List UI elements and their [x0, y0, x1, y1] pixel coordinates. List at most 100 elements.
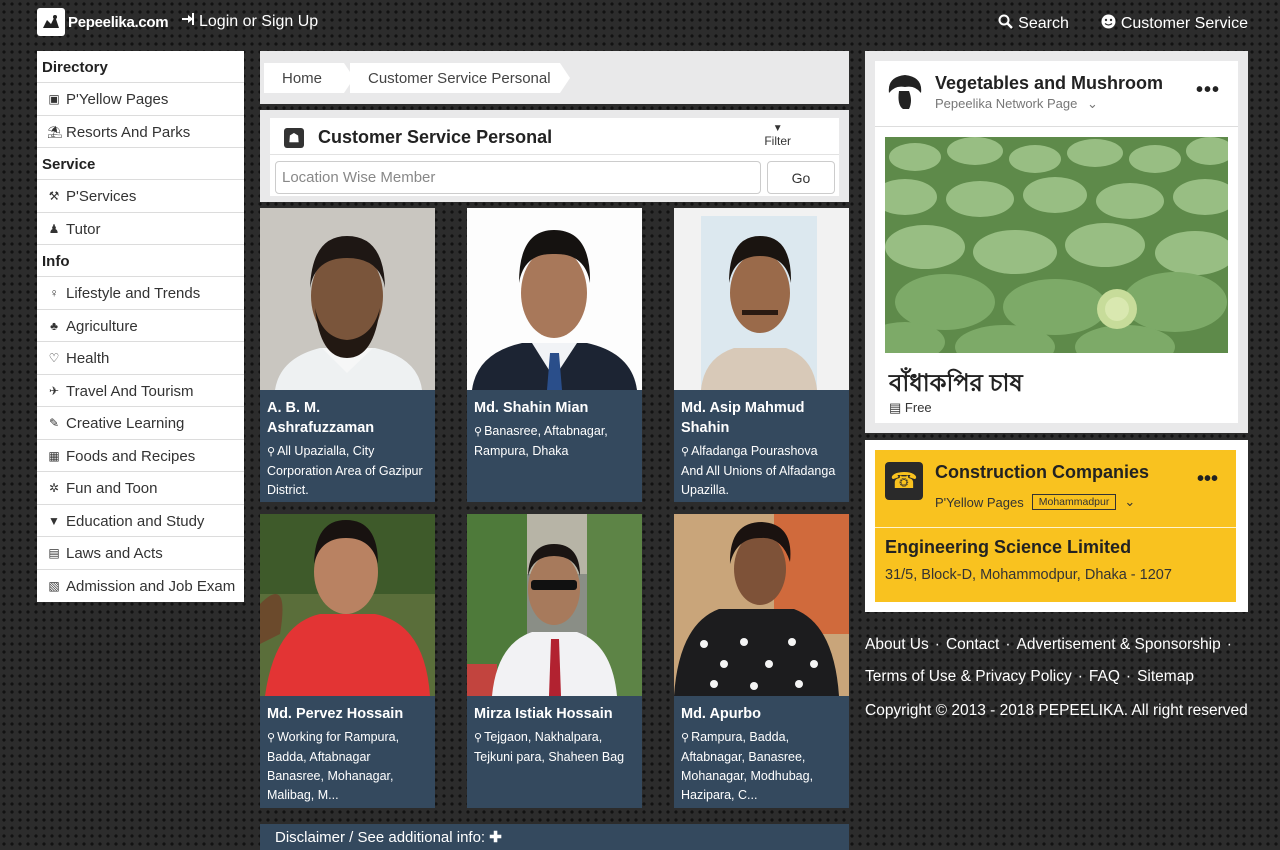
mushroom-icon [885, 71, 925, 111]
map-marker-icon: ⚲ [681, 446, 690, 458]
sidebar-item-label: Travel And Tourism [66, 382, 194, 400]
sidebar-section-service: Service [37, 148, 244, 180]
member-photo [260, 208, 435, 390]
sidebar-item-label: P'Services [66, 188, 137, 205]
member-location: ⚲ Tejgaon, Nakhalpara, Tejkuni para, Shah… [474, 730, 625, 764]
location-input[interactable] [275, 161, 761, 194]
footer-contact-link[interactable]: Contact [946, 636, 999, 653]
go-button[interactable]: Go [767, 161, 835, 194]
sidebar-item-laws[interactable]: ▤ Laws and Acts [37, 537, 244, 570]
member-location: ⚲ All Upazialla, City Corporation Area of… [267, 444, 423, 497]
sidebar-item-label: P'Yellow Pages [66, 91, 169, 108]
login-link[interactable]: Login or Sign Up [181, 12, 318, 31]
sidebar-item-health[interactable]: ♡ Health [37, 342, 244, 375]
site-logo[interactable]: Pepeelika.com [37, 8, 169, 36]
customer-service-link[interactable]: Customer Service [1101, 14, 1248, 34]
card-title[interactable]: Vegetables and Mushroom [935, 73, 1163, 94]
member-card[interactable]: A. B. M. Ashrafuzzaman ⚲ All Upazialla, C… [260, 208, 435, 502]
map-marker-icon: ⚲ [267, 732, 276, 744]
member-name: Md. Asip Mahmud Shahin [681, 400, 805, 436]
member-name: Md. Apurbo [681, 706, 761, 722]
sidebar-item-lifestyle[interactable]: ♀ Lifestyle and Trends [37, 277, 244, 310]
health-icon: ♡ [48, 351, 60, 365]
copyright-text: Copyright © 2013 - 2018 PEPEELIKA. All r… [865, 702, 1248, 719]
member-photo [674, 514, 849, 696]
sidebar-item-creative-learning[interactable]: ✎ Creative Learning [37, 407, 244, 440]
sidebar-item-label: Fun and Toon [66, 480, 158, 497]
map-marker-icon: ⚲ [474, 426, 483, 438]
card-subtitle: P'Yellow Pages Mohammadpur ⌄ [935, 494, 1135, 510]
sidebar-section-info: Info [37, 245, 244, 277]
footer-faq-link[interactable]: FAQ [1089, 668, 1120, 685]
location-tag[interactable]: Mohammadpur [1031, 494, 1117, 510]
lifestyle-icon: ♀ [49, 286, 59, 300]
panel-title: Customer Service Personal [318, 127, 553, 147]
company-name[interactable]: Engineering Science Limited [885, 537, 1131, 558]
member-location: ⚲ Banasree, Aftabnagar, Rampura, Dhaka [474, 424, 608, 458]
member-card[interactable]: Md. Apurbo ⚲ Rampura, Badda, Aftabnagar, … [674, 514, 849, 808]
login-label: Login or Sign Up [199, 12, 319, 30]
fun-icon: ✲ [48, 481, 60, 495]
footer-advertisement-link[interactable]: Advertisement & Sponsorship [1017, 636, 1221, 653]
sidebar-item-label: Laws and Acts [66, 545, 163, 562]
member-location: ⚲ Rampura, Badda, Aftabnagar, Banasree, M… [681, 730, 814, 802]
sidebar: Directory ▣ P'Yellow Pages ⛱ Resorts And… [37, 51, 244, 602]
sidebar-item-pyellow-pages[interactable]: ▣ P'Yellow Pages [37, 83, 244, 116]
member-card[interactable]: Md. Pervez Hossain ⚲ Working for Rampura,… [260, 514, 435, 808]
sidebar-item-tutor[interactable]: ♟ Tutor [37, 213, 244, 245]
article-caption[interactable]: বাঁধাকপির চাষ [889, 365, 1023, 405]
footer-terms-link[interactable]: Terms of Use & Privacy Policy [865, 668, 1072, 685]
sidebar-item-label: Foods and Recipes [66, 447, 196, 465]
member-name: Md. Shahin Mian [474, 400, 589, 416]
footer-about-link[interactable]: About Us [865, 636, 929, 653]
card-subtitle[interactable]: Pepeelika Network Page ⌄ [935, 96, 1098, 112]
breadcrumb-home[interactable]: Home [264, 63, 354, 93]
sidebar-item-resorts-and-parks[interactable]: ⛱ Resorts And Parks [37, 116, 244, 148]
sidebar-item-label: Admission and Job Exam [66, 577, 236, 595]
service-icon: ⚒ [48, 189, 60, 203]
document-icon: ▤ [889, 400, 902, 415]
phone-icon: ☎ [885, 462, 923, 500]
book-icon: ▣ [48, 92, 60, 106]
law-icon: ▤ [48, 546, 60, 560]
sidebar-item-fun[interactable]: ✲ Fun and Toon [37, 472, 244, 505]
sidebar-item-travel[interactable]: ✈ Travel And Tourism [37, 375, 244, 407]
customer-service-icon [1101, 14, 1116, 34]
sidebar-item-label: Education and Study [66, 512, 205, 530]
member-card[interactable]: Md. Shahin Mian ⚲ Banasree, Aftabnagar, R… [467, 208, 642, 502]
chevron-down-icon[interactable]: ⌄ [1124, 494, 1135, 510]
member-name: Md. Pervez Hossain [267, 706, 404, 722]
sidebar-item-admission[interactable]: ▧ Admission and Job Exam [37, 570, 244, 603]
member-name: A. B. M. Ashrafuzzaman [267, 400, 375, 436]
agriculture-icon: ♣ [50, 318, 58, 333]
map-marker-icon: ⚲ [267, 446, 276, 458]
sidebar-item-pservices[interactable]: ⚒ P'Services [37, 180, 244, 213]
search-link[interactable]: Search [998, 14, 1069, 34]
top-navbar: Pepeelika.com Login or Sign Up Search Cu… [0, 0, 1280, 46]
chevron-down-icon: ⌄ [1086, 96, 1098, 111]
company-address: 31/5, Block-D, Mohammodpur, Dhaka - 1207 [885, 567, 1172, 583]
food-icon: ▦ [48, 448, 60, 463]
more-options-icon[interactable]: ••• [1197, 468, 1218, 491]
more-options-icon[interactable]: ••• [1196, 79, 1220, 102]
sidebar-item-foods[interactable]: ▦ Foods and Recipes [37, 440, 244, 472]
sidebar-item-agriculture[interactable]: ♣ Agriculture [37, 310, 244, 342]
member-card[interactable]: Md. Asip Mahmud Shahin ⚲ Alfadanga Pouras… [674, 208, 849, 502]
sidebar-item-label: Lifestyle and Trends [66, 285, 201, 302]
learning-icon: ✎ [48, 416, 60, 430]
pyellow-pages-link[interactable]: P'Yellow Pages [935, 495, 1024, 510]
filter-button[interactable]: ▼ Filter [764, 122, 791, 148]
member-photo [260, 514, 435, 696]
sidebar-item-education[interactable]: ▼ Education and Study [37, 505, 244, 537]
cabbage-field-image[interactable] [885, 137, 1228, 353]
breadcrumb: Home Customer Service Personal [260, 51, 849, 104]
sign-in-icon [181, 12, 195, 31]
member-photo [674, 208, 849, 390]
footer-sitemap-link[interactable]: Sitemap [1137, 668, 1194, 685]
breadcrumb-current: Customer Service Personal [350, 63, 570, 93]
card-title[interactable]: Construction Companies [935, 462, 1149, 483]
member-card[interactable]: Mirza Istiak Hossain ⚲ Tejgaon, Nakhalpar… [467, 514, 642, 808]
disclaimer-bar[interactable]: Disclaimer / See additional info: ✚ [260, 824, 849, 850]
search-label: Search [1018, 15, 1069, 32]
footer: About Us · Contact · Advertisement & Sponsor… [865, 629, 1255, 727]
